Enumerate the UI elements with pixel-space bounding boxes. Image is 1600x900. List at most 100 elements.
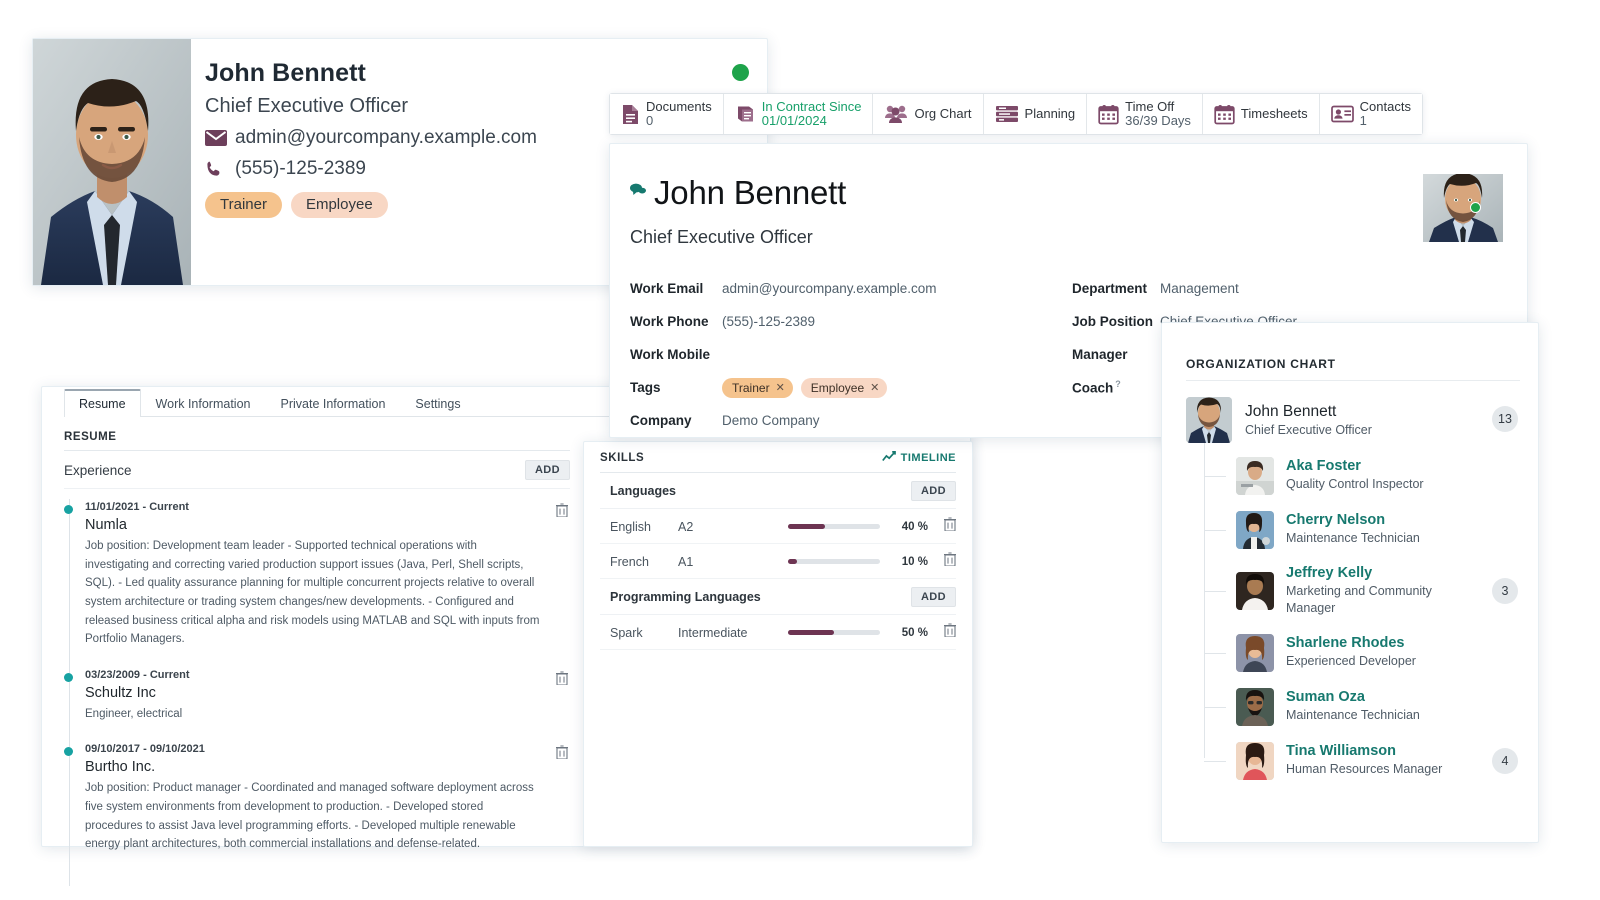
stat-value-time-off: 36/39 Days (1125, 113, 1191, 128)
skill-name: English (610, 519, 651, 534)
org-node-subordinate-count[interactable]: 13 (1492, 406, 1518, 432)
stat-label-planning: Planning (1024, 105, 1076, 121)
tag-employee[interactable]: Employee (290, 192, 388, 218)
org-node-name[interactable]: Suman Oza (1286, 689, 1420, 705)
org-node-text: Jeffrey Kelly Marketing and Community Ma… (1286, 565, 1476, 618)
screenshot-stage: John Bennett Chief Executive Officer adm… (0, 0, 1600, 900)
stat-button-org-chart[interactable]: Org Chart (873, 94, 984, 134)
tab-work-information[interactable]: Work Information (141, 390, 266, 418)
form-tag-employee[interactable]: Employee ✕ (800, 377, 888, 398)
add-programming-language-button[interactable]: ADD (910, 587, 956, 607)
form-tag-trainer-label: Trainer (732, 380, 770, 395)
org-node-name[interactable]: Jeffrey Kelly (1286, 565, 1476, 581)
org-node-child[interactable]: Jeffrey Kelly Marketing and Community Ma… (1204, 557, 1524, 626)
stat-button-documents[interactable]: Documents 0 (610, 94, 724, 134)
stat-label-org-chart: Org Chart (914, 105, 972, 121)
tag-trainer[interactable]: Trainer (205, 192, 282, 218)
avatar (1236, 511, 1274, 549)
stat-label-contract: In Contract Since (761, 98, 862, 114)
add-experience-button[interactable]: ADD (524, 460, 570, 480)
resume-entry-org: Burtho Inc. (85, 759, 156, 776)
resume-entry[interactable]: 11/01/2021 - Current Numla Job position:… (64, 495, 570, 663)
tab-private-information[interactable]: Private Information (266, 390, 401, 418)
org-node-name[interactable]: Tina Williamson (1286, 743, 1442, 759)
form-tag-trainer[interactable]: Trainer ✕ (722, 377, 793, 398)
skills-timeline-label: TIMELINE (900, 452, 956, 464)
org-node-subordinate-count[interactable]: 3 (1492, 578, 1518, 605)
contract-icon (735, 104, 756, 124)
label-coach: Coach? (1072, 379, 1121, 396)
help-icon[interactable]: ? (1115, 379, 1121, 389)
timesheet-icon (1214, 104, 1235, 125)
org-node-name[interactable]: Cherry Nelson (1286, 512, 1420, 528)
org-node-name[interactable]: Aka Foster (1286, 458, 1424, 474)
tab-resume[interactable]: Resume (64, 388, 141, 417)
stat-button-contract[interactable]: In Contract Since 01/01/2024 (723, 94, 874, 134)
delete-skill-icon[interactable] (928, 623, 956, 642)
stat-label-contacts: Contacts (1359, 98, 1411, 114)
value-work-phone[interactable]: (555)-125-2389 (722, 314, 815, 329)
skill-row[interactable]: English A2 40 % (600, 509, 956, 544)
stat-button-time-off[interactable]: Time Off 36/39 Days (1087, 94, 1203, 134)
resume-experience-group-row: Experience ADD (64, 451, 570, 489)
org-children-list: Aka Foster Quality Control Inspector Che… (1204, 443, 1524, 788)
org-node-child[interactable]: Tina Williamson Human Resources Manager … (1204, 734, 1524, 788)
tab-settings[interactable]: Settings (400, 390, 475, 418)
skills-title: SKILLS (600, 452, 645, 464)
skill-row[interactable]: Spark Intermediate 50 % (600, 615, 956, 650)
value-company[interactable]: Demo Company (722, 413, 820, 428)
org-node-child[interactable]: Aka Foster Quality Control Inspector (1204, 449, 1524, 503)
delete-entry-icon[interactable] (556, 503, 568, 522)
delete-skill-icon[interactable] (928, 517, 956, 536)
label-job-position: Job Position (1072, 314, 1153, 329)
org-node-child[interactable]: Suman Oza Maintenance Technician (1204, 680, 1524, 734)
skills-panel: SKILLS TIMELINE Languages ADD English A2… (583, 441, 973, 847)
delete-entry-icon[interactable] (556, 745, 568, 764)
form-job-title[interactable]: Chief Executive Officer (630, 227, 813, 248)
resume-entry-org: Numla (85, 517, 127, 533)
org-node-root[interactable]: John Bennett Chief Executive Officer 13 (1186, 391, 1524, 447)
field-company: Company Demo Company (630, 404, 1070, 437)
stat-value-contract: 01/01/2024 (761, 113, 827, 128)
skill-group-languages: Languages ADD (600, 473, 956, 509)
delete-entry-icon[interactable] (556, 671, 568, 690)
remove-tag-icon[interactable]: ✕ (776, 381, 785, 394)
skill-progress-bar (788, 559, 880, 564)
skill-name: Spark (610, 625, 643, 640)
org-node-text: Suman Oza Maintenance Technician (1286, 689, 1420, 724)
chatter-bubble-icon[interactable] (630, 183, 646, 196)
stat-button-contacts[interactable]: Contacts 1 (1319, 94, 1422, 134)
delete-skill-icon[interactable] (928, 552, 956, 571)
field-department: Department Management (1072, 272, 1502, 305)
resume-entry-description: Engineer, electrical (85, 707, 183, 720)
stat-label-timesheets: Timesheets (1240, 105, 1308, 121)
employee-phone[interactable]: (555)-125-2389 (235, 158, 366, 180)
remove-tag-icon[interactable]: ✕ (870, 381, 879, 394)
form-employee-name[interactable]: John Bennett (654, 174, 846, 212)
stat-button-planning[interactable]: Planning (983, 94, 1088, 134)
org-node-child[interactable]: Cherry Nelson Maintenance Technician (1204, 503, 1524, 557)
field-tags: Tags Trainer ✕ Employee ✕ (630, 371, 1070, 404)
org-node-name[interactable]: Sharlene Rhodes (1286, 635, 1416, 651)
org-node-subordinate-count[interactable]: 4 (1492, 747, 1518, 774)
resume-entry[interactable]: 09/10/2017 - 09/10/2021 Burtho Inc. Job … (64, 737, 570, 868)
form-avatar[interactable] (1423, 174, 1503, 242)
org-node-role: Chief Executive Officer (1245, 423, 1372, 437)
stat-button-timesheets[interactable]: Timesheets (1202, 94, 1320, 134)
skill-row[interactable]: French A1 10 % (600, 544, 956, 579)
skill-level: A1 (678, 554, 694, 569)
label-manager: Manager (1072, 347, 1128, 362)
skill-percent: 40 % (901, 520, 928, 533)
document-icon (621, 104, 640, 125)
employee-email[interactable]: admin@yourcompany.example.com (235, 127, 537, 149)
value-work-email[interactable]: admin@yourcompany.example.com (722, 281, 937, 296)
label-company: Company (630, 413, 692, 428)
org-node-child[interactable]: Sharlene Rhodes Experienced Developer (1204, 626, 1524, 680)
form-presence-indicator (1470, 202, 1481, 213)
value-department[interactable]: Management (1160, 281, 1239, 296)
field-work-phone: Work Phone (555)-125-2389 (630, 305, 1070, 338)
add-language-button[interactable]: ADD (910, 481, 956, 501)
skills-timeline-button[interactable]: TIMELINE (881, 451, 956, 465)
phone-icon (205, 160, 235, 178)
resume-entry[interactable]: 03/23/2009 - Current Schultz Inc Enginee… (64, 663, 570, 738)
